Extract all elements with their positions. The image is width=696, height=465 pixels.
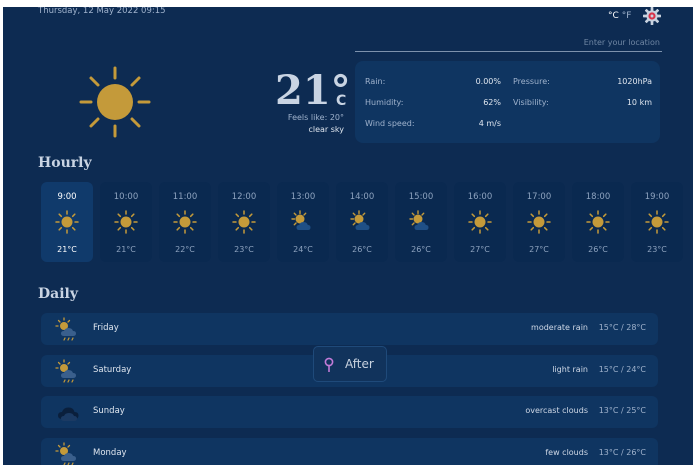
pin-icon — [324, 357, 334, 372]
hour-temperature: 23°C — [234, 245, 254, 254]
daily-day: Sunday — [93, 406, 125, 416]
hour-time: 18:00 — [585, 192, 611, 202]
daily-description: moderate rain — [531, 323, 588, 332]
hour-card[interactable]: 10:00 21°C — [100, 182, 152, 262]
hour-temperature: 23°C — [647, 245, 667, 254]
pressure-value: 1020hPa — [617, 77, 652, 86]
sun-icon — [114, 210, 138, 234]
hour-time: 13:00 — [290, 192, 316, 202]
hour-card[interactable]: 12:00 23°C — [218, 182, 270, 262]
sun-icon — [55, 210, 79, 234]
hour-card[interactable]: 9:00 21°C — [41, 182, 93, 262]
hour-time: 15:00 — [408, 192, 434, 202]
hour-temperature: 26°C — [352, 245, 372, 254]
partly-cloudy-icon — [291, 210, 311, 230]
unit-celsius-button[interactable]: °C — [608, 11, 619, 21]
partly-cloudy-icon — [409, 210, 429, 230]
gear-icon[interactable] — [643, 7, 661, 25]
daily-day: Monday — [93, 448, 127, 458]
hour-time: 11:00 — [172, 192, 198, 202]
hour-time: 12:00 — [231, 192, 257, 202]
sun-rain-icon — [55, 317, 76, 341]
sun-icon — [645, 210, 669, 234]
hour-temperature: 27°C — [470, 245, 490, 254]
rain-value: 0.00% — [475, 77, 501, 86]
sun-icon — [173, 210, 197, 234]
sun-icon — [468, 210, 492, 234]
hour-card[interactable]: 19:00 23°C — [631, 182, 683, 262]
hour-time: 9:00 — [57, 192, 77, 202]
current-temperature-unit: C — [336, 93, 347, 109]
wind-speed-value: 4 m/s — [478, 119, 501, 128]
daily-day: Friday — [93, 323, 119, 333]
daily-row[interactable]: Friday moderate rain 15°C / 28°C — [41, 313, 658, 345]
hour-time: 14:00 — [349, 192, 375, 202]
hour-card[interactable]: 13:00 24°C — [277, 182, 329, 262]
daily-description: few clouds — [545, 448, 588, 457]
unit-fahrenheit-button[interactable]: °F — [622, 11, 632, 21]
visibility-value: 10 km — [626, 98, 652, 107]
weather-stats-panel: Rain: 0.00% Humidity: 62% Wind speed: 4 … — [355, 61, 660, 143]
daily-temperature-range: 15°C / 28°C — [598, 323, 646, 332]
sun-icon — [232, 210, 256, 234]
weather-description: clear sky — [308, 125, 344, 134]
overcast-clouds-icon — [58, 407, 79, 421]
weather-app: Thursday, 12 May 2022 09:15 °C °F Enter … — [3, 7, 693, 465]
hourly-title: Hourly — [38, 155, 92, 171]
hour-time: 19:00 — [644, 192, 670, 202]
daily-row[interactable]: Sunday overcast clouds 13°C / 25°C — [41, 396, 658, 428]
sun-icon — [79, 66, 151, 138]
sun-icon — [527, 210, 551, 234]
unit-toggle: °C °F — [608, 11, 631, 21]
sun-rain-icon — [55, 359, 76, 383]
hour-temperature: 26°C — [411, 245, 431, 254]
after-badge: After — [313, 346, 387, 382]
hourly-forecast: 9:00 21°C 10:00 21°C 11:00 22°C 12:00 23… — [41, 182, 693, 264]
hour-temperature: 21°C — [57, 245, 77, 254]
daily-temperature-range: 13°C / 25°C — [598, 406, 646, 415]
humidity-label: Humidity: — [365, 98, 404, 107]
hour-card[interactable]: 16:00 27°C — [454, 182, 506, 262]
pressure-label: Pressure: — [513, 77, 550, 86]
daily-description: overcast clouds — [525, 406, 588, 415]
hour-temperature: 22°C — [175, 245, 195, 254]
daily-row[interactable]: Monday few clouds 13°C / 26°C — [41, 438, 658, 465]
after-label: After — [345, 357, 374, 371]
hour-time: 17:00 — [526, 192, 552, 202]
location-input[interactable] — [355, 36, 662, 52]
daily-title: Daily — [38, 286, 78, 302]
feels-like: Feels like: 20° — [287, 113, 344, 122]
hour-temperature: 26°C — [588, 245, 608, 254]
hour-card[interactable]: 11:00 22°C — [159, 182, 211, 262]
partly-cloudy-icon — [350, 210, 370, 230]
daily-day: Saturday — [93, 365, 132, 375]
hour-temperature: 21°C — [116, 245, 136, 254]
daily-temperature-range: 13°C / 26°C — [598, 448, 646, 457]
sun-rain-icon — [55, 442, 76, 465]
wind-speed-label: Wind speed: — [365, 119, 415, 128]
current-datetime: Thursday, 12 May 2022 09:15 — [38, 7, 166, 16]
hour-card[interactable]: 15:00 26°C — [395, 182, 447, 262]
hour-temperature: 24°C — [293, 245, 313, 254]
sun-icon — [586, 210, 610, 234]
hour-time: 16:00 — [467, 192, 493, 202]
daily-description: light rain — [552, 365, 588, 374]
daily-temperature-range: 15°C / 24°C — [598, 365, 646, 374]
hour-card[interactable]: 17:00 27°C — [513, 182, 565, 262]
hour-temperature: 27°C — [529, 245, 549, 254]
hour-time: 10:00 — [113, 192, 139, 202]
hour-card[interactable]: 14:00 26°C — [336, 182, 388, 262]
rain-label: Rain: — [365, 77, 386, 86]
humidity-value: 62% — [483, 98, 501, 107]
hour-card[interactable]: 18:00 26°C — [572, 182, 624, 262]
visibility-label: Visibility: — [513, 98, 549, 107]
